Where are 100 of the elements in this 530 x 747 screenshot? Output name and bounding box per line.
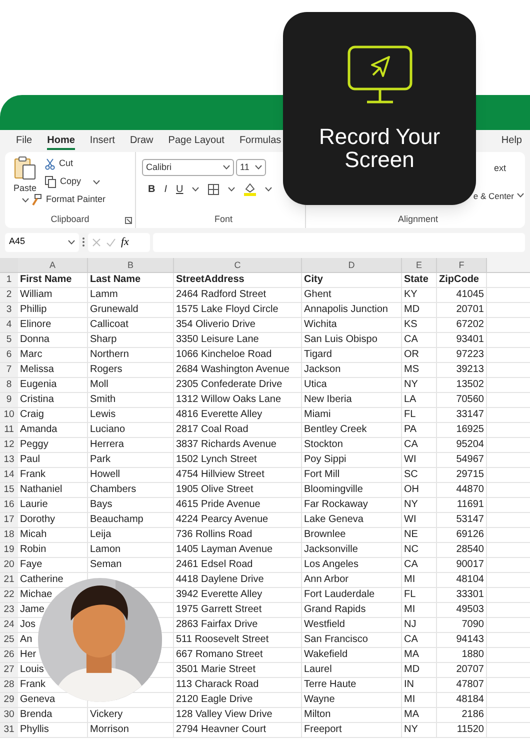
column-header[interactable]: E [402,258,437,272]
fill-color-icon[interactable] [244,183,256,196]
menu-tab[interactable]: Help [501,132,522,150]
table-cell: MI [404,603,416,617]
row-number[interactable]: 24 [0,618,18,632]
row-number[interactable]: 30 [0,708,18,722]
merge-center-label[interactable]: e & Center [473,190,514,202]
table-cell: 94143 [456,633,484,647]
column-header[interactable]: A [18,258,88,272]
table-cell: 2305 Confederate Drive [176,378,282,392]
table-cell: Paul [20,453,40,467]
dialog-launcher-icon[interactable] [125,216,132,224]
caret-icon [22,198,28,202]
table-cell: Poy Sippi [304,453,346,467]
table-cell: 667 Romano Street [176,648,263,662]
table-cell: 736 Rollins Road [176,528,252,542]
row-number[interactable]: 26 [0,648,18,662]
table-cell: KY [404,288,418,302]
table-cell: Grunewald [90,303,138,317]
table-cell: Callicoat [90,318,128,332]
column-header[interactable]: B [88,258,174,272]
table-cell: 20701 [456,303,484,317]
row-number[interactable]: 9 [0,393,18,407]
table-cell: OR [404,348,419,362]
row-number[interactable]: 5 [0,333,18,347]
row-number[interactable]: 13 [0,453,18,467]
row-number[interactable]: 27 [0,663,18,677]
cut-button[interactable]: Cut [45,157,106,171]
name-box[interactable]: A45 [5,232,79,252]
table-cell: Park [90,453,111,467]
row-number[interactable]: 11 [0,423,18,437]
row-number[interactable]: 31 [0,723,18,737]
row-number[interactable]: 10 [0,408,18,422]
menu-tab[interactable]: File [16,132,32,150]
row-number[interactable]: 6 [0,348,18,362]
table-cell: 113 Charack Road [176,678,259,692]
row-number[interactable]: 20 [0,558,18,572]
font-name-dropdown[interactable]: Calibri [142,159,234,176]
menu-tab[interactable]: Insert [90,132,115,150]
column-header[interactable]: D [302,258,402,272]
caret-icon [228,187,236,192]
row-number[interactable]: 3 [0,303,18,317]
menu-tab[interactable]: Draw [130,132,154,150]
row-number[interactable]: 25 [0,633,18,647]
row-number[interactable]: 28 [0,678,18,692]
row-number[interactable]: 1 [0,273,18,287]
row-number[interactable]: 18 [0,528,18,542]
table-cell: Lamm [90,288,118,302]
row-number[interactable]: 16 [0,498,18,512]
table-cell: Eugenia [20,378,57,392]
check-icon[interactable] [106,238,116,246]
table-cell: 1405 Layman Avenue [176,543,273,557]
row-number[interactable]: 4 [0,318,18,332]
paintbrush-icon [31,194,42,206]
borders-icon[interactable] [208,184,220,195]
more-icon[interactable] [82,237,85,247]
underline-button[interactable]: U [176,182,184,197]
row-number[interactable]: 19 [0,543,18,557]
row-number[interactable]: 7 [0,363,18,377]
table-cell: Wayne [304,693,335,707]
table-cell: 11691 [456,498,484,512]
copy-button[interactable]: Copy [45,175,106,189]
table-cell: Melissa [20,363,54,377]
table-cell: 2461 Edsel Road [176,558,253,572]
row-number[interactable]: 12 [0,438,18,452]
table-cell: Catherine [20,573,64,587]
row-number[interactable]: 29 [0,693,18,707]
table-cell: CA [404,633,418,647]
table-cell: 41045 [456,288,484,302]
table-cell: Chambers [90,483,136,497]
table-cell: Peggy [20,438,48,452]
row-number[interactable]: 23 [0,603,18,617]
menu-tab[interactable]: Page Layout [168,132,224,150]
row-number[interactable]: 17 [0,513,18,527]
menu-tab[interactable]: Home [47,132,75,150]
table-cell: 48104 [456,573,484,587]
bold-button[interactable]: B [148,182,156,197]
table-cell: 1975 Garrett Street [176,603,262,617]
table-cell: Beauchamp [90,513,144,527]
row-number[interactable]: 15 [0,483,18,497]
column-title: City [304,273,323,287]
column-header[interactable]: F [437,258,487,272]
row-number[interactable]: 14 [0,468,18,482]
table-cell: 29715 [456,468,484,482]
italic-button[interactable]: I [164,182,168,197]
wrap-text-label[interactable]: ext [494,162,524,176]
table-cell: Ghent [304,288,332,302]
table-cell: 47807 [456,678,484,692]
row-number[interactable]: 8 [0,378,18,392]
table-cell: CA [404,558,418,572]
row-number[interactable]: 2 [0,288,18,302]
column-header[interactable]: C [174,258,302,272]
function-label[interactable]: fx [121,234,129,250]
menu-tab[interactable]: Formulas [239,132,282,150]
font-size-dropdown[interactable]: 11 [236,159,266,176]
row-number[interactable]: 22 [0,588,18,602]
column-title: ZipCode [439,273,479,287]
row-number[interactable]: 21 [0,573,18,587]
table-cell: 1905 Olive Street [176,483,254,497]
table-cell: 354 Oliverio Drive [176,318,256,332]
